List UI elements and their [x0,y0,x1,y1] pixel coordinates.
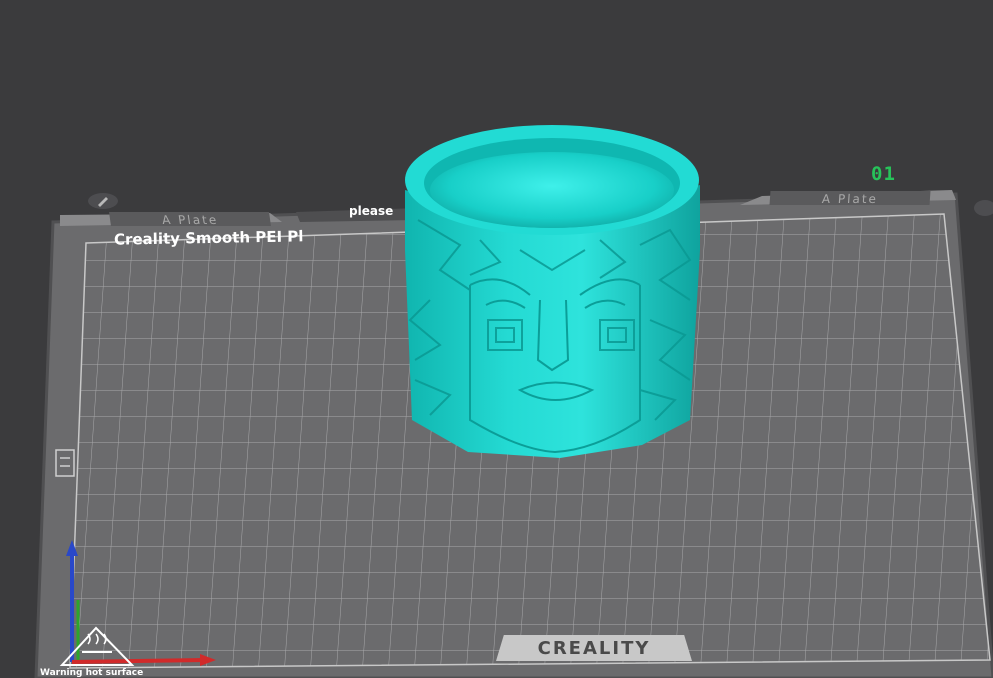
3d-viewport[interactable]: A Plate A Plate 01 please Creality Smoot… [0,0,993,678]
plate-number[interactable]: 01 [871,163,896,185]
plate-name-right: A Plate [769,191,931,206]
edit-icon [98,197,108,207]
plate-note: please [349,204,394,218]
brand-logo: CREALITY [496,635,692,661]
plate-settings-button[interactable] [974,200,993,216]
plate-type-title: Creality Smooth PEI Pl [113,227,304,249]
warning-label: Warning hot surface [40,668,144,678]
edit-plate-button[interactable] [88,193,118,209]
plate-name-left: A Plate [109,212,271,227]
cup-model[interactable] [405,125,700,458]
